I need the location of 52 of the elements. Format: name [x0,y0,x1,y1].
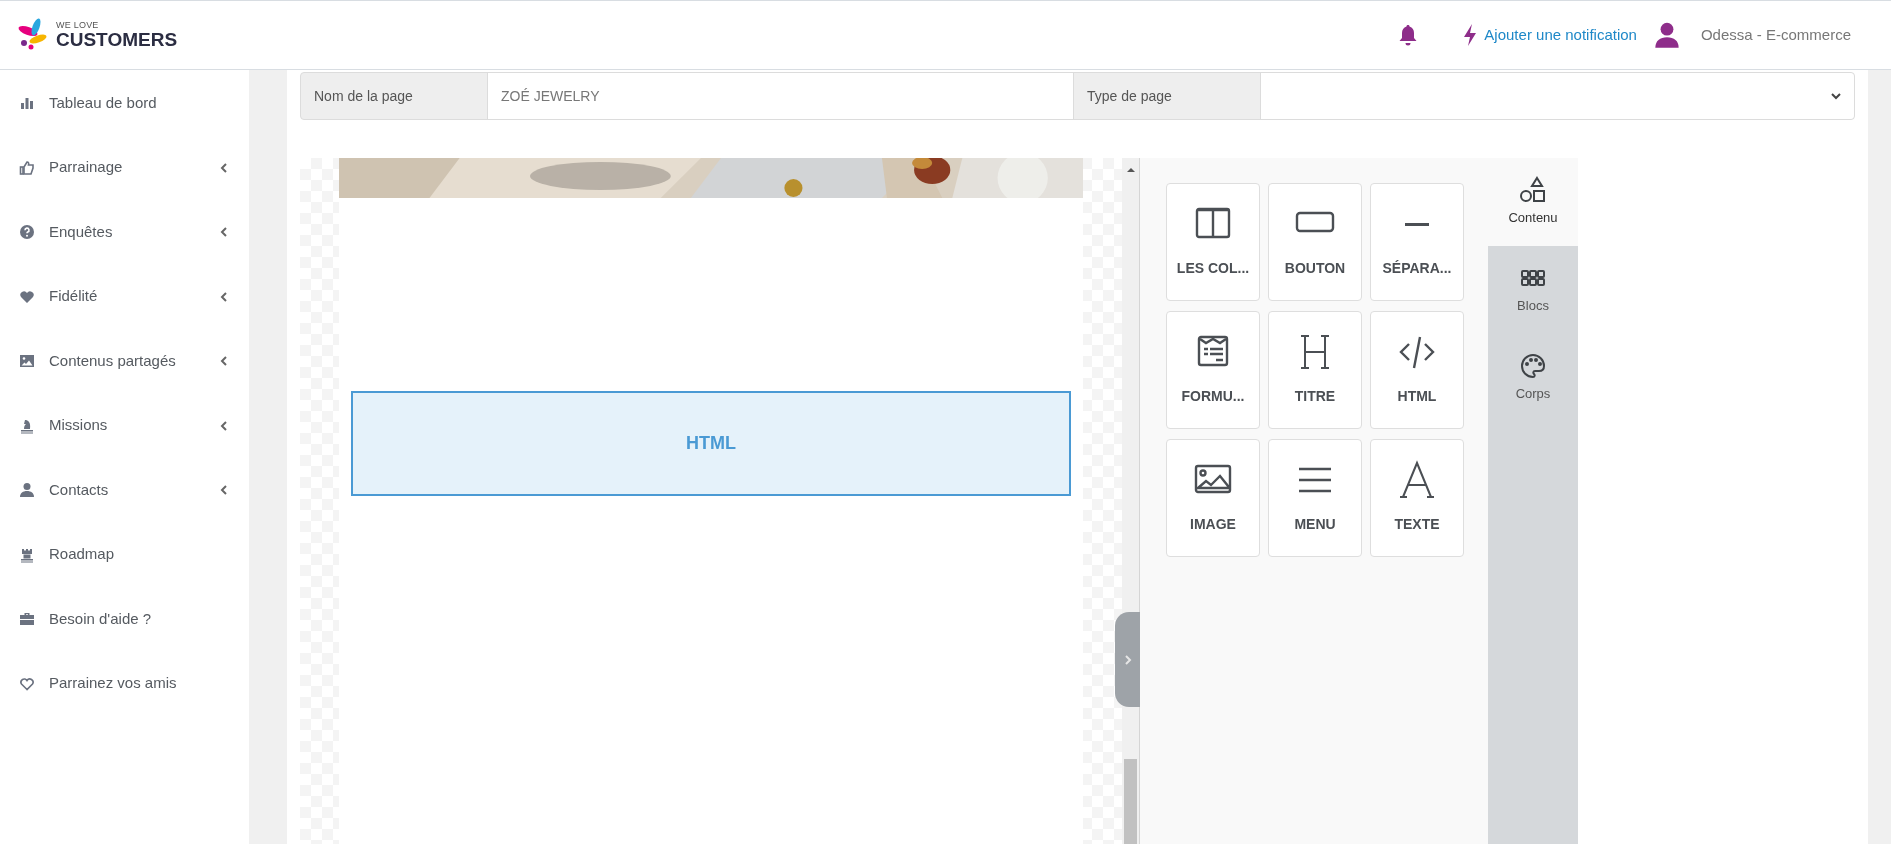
heart-icon [19,675,35,692]
briefcase-icon [19,611,35,627]
sidebar-item[interactable]: Besoin d'aide ? [0,603,249,668]
chevron-down-icon [1830,90,1842,102]
chevron-left-icon [218,226,230,238]
content-tile[interactable]: FORMU... [1166,311,1260,429]
content-tile[interactable]: HTML [1370,311,1464,429]
chevron-left-icon [218,419,230,432]
sidebar-item[interactable]: Fidélité [0,280,249,345]
user-name[interactable]: Odessa - E-commerce [1700,23,1851,47]
content-tile[interactable]: TITRE [1268,311,1362,429]
content-tile[interactable]: SÉPARA... [1370,183,1464,301]
user-icon [1652,21,1681,49]
sidebar-item[interactable]: Contenus partagés [0,345,249,410]
field-label: Type de page [1086,86,1173,106]
sidebar-item[interactable]: Missions [0,409,249,474]
chevron-left-icon [218,290,230,303]
panel-tab[interactable]: Contenu [1488,158,1578,246]
sidebar-item[interactable]: Contacts [0,474,249,539]
sidebar-item[interactable]: Parrainage [0,151,249,216]
thumbs-up-icon [19,159,35,176]
divider-icon [1405,222,1429,226]
tower-icon [19,546,35,563]
chevron-left-icon [218,355,230,367]
logo-tagline: WE LOVE [56,21,100,30]
letter-icon [1397,460,1437,500]
content-tile[interactable]: IMAGE [1166,439,1260,557]
sidebar-item[interactable]: Enquêtes [0,216,249,281]
page-name-field[interactable]: ZOÉ JEWELRY [487,73,1074,119]
chevron-left-icon [218,161,230,174]
content-tile[interactable]: BOUTON [1268,183,1362,301]
collapse-handle[interactable] [1115,612,1140,707]
chevron-left-icon [218,484,230,496]
scroll-up-icon[interactable] [1126,166,1135,174]
sidebar-item[interactable]: Parrainez vos amis [0,667,249,732]
question-icon [19,224,35,240]
content-tile[interactable]: TEXTE [1370,439,1464,557]
sidebar-item[interactable]: Roadmap [0,538,249,603]
sidebar-item[interactable]: Tableau de bord [0,87,249,152]
add-notification-link[interactable]: Ajouter une notification [1484,23,1637,47]
content-tile[interactable]: LES COL... [1166,183,1260,301]
logo-wordmark: CUSTOMERS [56,30,178,49]
bar-chart-icon [19,95,35,111]
scrollbar-thumb[interactable] [1124,759,1137,844]
content-tile[interactable]: MENU [1268,439,1362,557]
field-label: Nom de la page [313,86,414,106]
user-icon [19,482,35,498]
heart-icon [19,288,35,305]
shapes-icon [1519,176,1547,205]
palette-icon [1519,352,1547,381]
image-icon [19,353,35,369]
chess-knight-icon [19,417,35,434]
